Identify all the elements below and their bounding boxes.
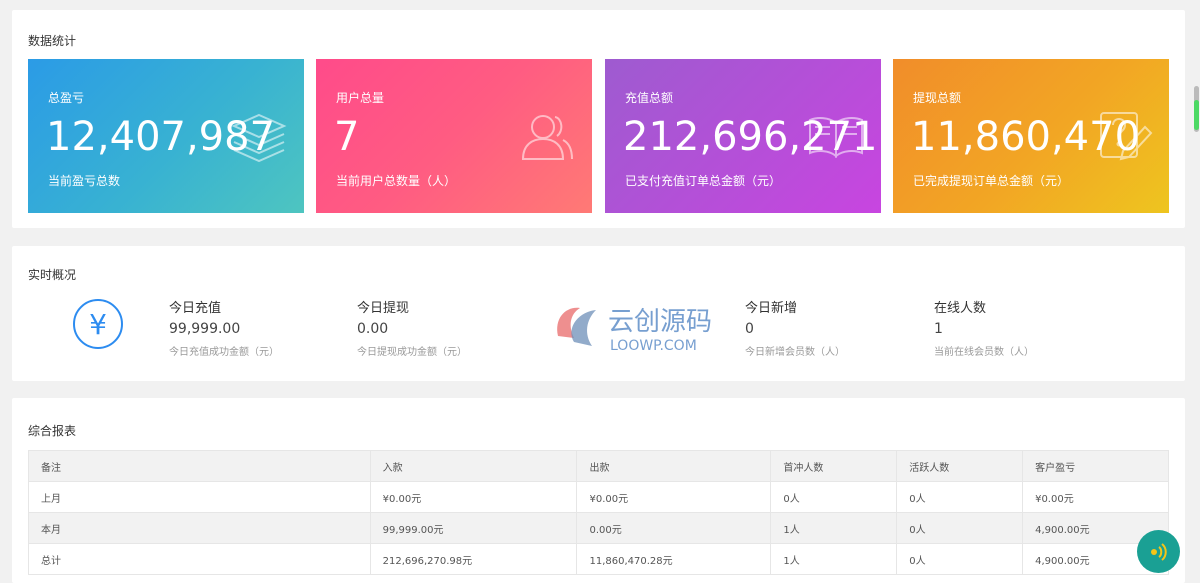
card-total-profit: 总盈亏 12,407,987 当前盈亏总数 (28, 59, 304, 213)
realtime-today-withdraw: 今日提现 0.00 今日提现成功金额（元） (357, 297, 467, 358)
card-total-withdraw: 提现总额 11,860,470 已完成提现订单总金额（元） (893, 59, 1169, 213)
realtime-desc: 今日提现成功金额（元） (357, 347, 467, 358)
table-cell: 0人 (896, 481, 1024, 513)
report-panel-title: 综合报表 (28, 424, 77, 438)
realtime-desc: 今日充值成功金额（元） (169, 347, 279, 358)
realtime-title: 在线人数 (934, 301, 987, 316)
table-cell: 上月 (28, 481, 371, 513)
realtime-desc: 当前在线会员数（人） (934, 347, 1034, 358)
realtime-title: 今日充值 (169, 301, 222, 316)
watermark-en: LOOWP.COM (610, 338, 697, 354)
table-cell: 0.00元 (576, 512, 772, 544)
float-sound-button[interactable] (1137, 530, 1180, 573)
realtime-value: 1 (934, 321, 943, 337)
card-total-users: 用户总量 7 当前用户总数量（人） (316, 59, 592, 213)
stats-panel-title: 数据统计 (28, 34, 77, 48)
realtime-panel: 实时概况 ¥ 今日充值 99,999.00 今日充值成功金额（元） 今日提现 0… (12, 246, 1185, 381)
book-icon (809, 117, 863, 159)
card-desc: 已支付充值订单总金额（元） (625, 174, 782, 188)
table-cell: 1人 (770, 512, 898, 544)
yen-icon: ¥ (73, 299, 123, 349)
sound-icon (1150, 542, 1167, 561)
card-value: 7 (334, 114, 360, 160)
realtime-panel-title: 实时概况 (28, 268, 77, 282)
table-cell: 212,696,270.98元 (369, 543, 578, 575)
realtime-title: 今日提现 (357, 301, 410, 316)
card-label: 总盈亏 (48, 91, 85, 105)
table-cell: 总计 (28, 543, 371, 575)
table-cell: 1人 (770, 543, 898, 575)
table-cell: ¥0.00元 (1022, 481, 1169, 513)
realtime-today-recharge: 今日充值 99,999.00 今日充值成功金额（元） (169, 297, 279, 358)
card-label: 用户总量 (336, 91, 385, 105)
column-header: 入款 (369, 450, 578, 482)
scroll-indicator (1194, 100, 1199, 130)
realtime-value: 0.00 (357, 321, 389, 337)
realtime-today-new: 今日新增 0 今日新增会员数（人） (745, 297, 845, 358)
table-cell: ¥0.00元 (369, 481, 578, 513)
watermark-logo: 云创源码 LOOWP.COM (557, 307, 712, 354)
table-row: 本月 99,999.00元 0.00元 1人 0人 4,900.00元 (28, 512, 1169, 544)
table-cell: 11,860,470.28元 (576, 543, 772, 575)
card-total-recharge: 充值总额 212,696,271 已支付充值订单总金额（元） (605, 59, 881, 213)
realtime-online: 在线人数 1 当前在线会员数（人） (934, 297, 1034, 358)
table-cell: ¥0.00元 (576, 481, 772, 513)
column-header: 活跃人数 (896, 450, 1024, 482)
table-cell: 0人 (896, 512, 1024, 544)
report-panel: 综合报表 备注 入款 出款 首冲人数 活跃人数 客户盈亏 上月 ¥0.00元 ¥… (12, 398, 1185, 583)
stats-panel: 数据统计 总盈亏 12,407,987 当前盈亏总数 用户总量 7 当前用户总数… (12, 10, 1185, 228)
table-cell: 99,999.00元 (369, 512, 578, 544)
realtime-value: 0 (745, 321, 754, 337)
column-header: 出款 (576, 450, 772, 482)
table-cell: 0人 (770, 481, 898, 513)
report-table: 备注 入款 出款 首冲人数 活跃人数 客户盈亏 上月 ¥0.00元 ¥0.00元… (28, 450, 1169, 575)
card-desc: 已完成提现订单总金额（元） (913, 174, 1070, 188)
layers-icon (231, 113, 287, 163)
realtime-value: 99,999.00 (169, 321, 241, 337)
card-desc: 当前用户总数量（人） (336, 174, 457, 188)
column-header: 首冲人数 (770, 450, 898, 482)
card-desc: 当前盈亏总数 (48, 174, 121, 188)
card-label: 充值总额 (625, 91, 674, 105)
column-header: 备注 (28, 450, 371, 482)
edit-icon (1100, 112, 1153, 161)
table-cell: 本月 (28, 512, 371, 544)
column-header: 客户盈亏 (1022, 450, 1169, 482)
realtime-title: 今日新增 (745, 301, 798, 316)
realtime-desc: 今日新增会员数（人） (745, 347, 845, 358)
table-row: 上月 ¥0.00元 ¥0.00元 0人 0人 ¥0.00元 (28, 481, 1169, 513)
card-label: 提现总额 (913, 91, 962, 105)
table-cell: 0人 (896, 543, 1024, 575)
table-row: 总计 212,696,270.98元 11,860,470.28元 1人 0人 … (28, 543, 1169, 575)
table-header-row: 备注 入款 出款 首冲人数 活跃人数 客户盈亏 (28, 450, 1169, 482)
users-icon (521, 115, 573, 160)
watermark-cn: 云创源码 (608, 307, 712, 337)
